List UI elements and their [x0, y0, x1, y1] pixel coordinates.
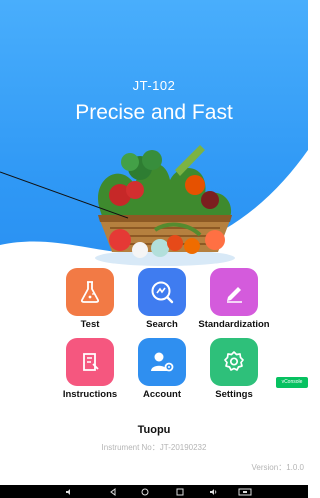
menu-item-instructions[interactable]: Instructions: [52, 338, 132, 416]
menu-item-account[interactable]: Account: [124, 338, 204, 416]
instrument-number: Instrument No：JT-20190232: [101, 443, 207, 452]
volume-down-icon[interactable]: [64, 487, 74, 496]
gear-icon: [210, 338, 258, 386]
vconsole-button[interactable]: vConsole: [276, 377, 308, 388]
slogan: Precise and Fast: [75, 101, 233, 124]
recents-icon[interactable]: [175, 487, 185, 496]
version-text: Version：1.0.0: [251, 463, 304, 472]
model-name: JT-102: [132, 78, 176, 93]
screenshot-icon[interactable]: [236, 487, 254, 496]
menu-item-settings[interactable]: Settings: [196, 338, 276, 416]
vegetable-basket-image: [95, 145, 235, 266]
company-name: Tuopu: [137, 424, 171, 436]
menu-item-label: Standardization: [198, 319, 270, 330]
menu-item-search[interactable]: Search: [124, 268, 204, 346]
book-icon: [66, 338, 114, 386]
app-screen: JT-102 Precise and Fast Test Search Stan…: [0, 0, 308, 498]
menu-item-standardization[interactable]: Standardization: [196, 268, 276, 346]
menu-item-test[interactable]: Test: [52, 268, 132, 346]
home-icon[interactable]: [140, 487, 150, 496]
user-gear-icon: [138, 338, 186, 386]
pencil-icon: [210, 268, 258, 316]
system-nav-bar: [0, 485, 308, 498]
menu-item-label: Settings: [215, 389, 253, 400]
search-chart-icon: [138, 268, 186, 316]
flask-icon: [66, 268, 114, 316]
volume-up-icon[interactable]: [208, 487, 218, 496]
back-icon[interactable]: [108, 487, 118, 496]
